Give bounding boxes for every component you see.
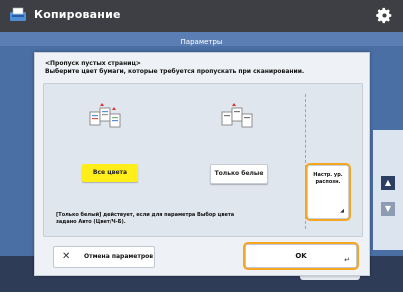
enter-icon: ↵	[344, 256, 350, 264]
dialog-message: <Пропуск пустых страниц> Выберите цвет б…	[45, 60, 345, 76]
ok-button[interactable]: OK ↵	[245, 244, 357, 268]
bottom-bar	[0, 292, 403, 306]
copy-app-icon	[10, 7, 26, 21]
color-pages-icon	[89, 103, 121, 128]
option-note: [Только белый] действует, если для парам…	[56, 212, 235, 225]
cancel-settings-button[interactable]: ✕ Отмена параметров	[53, 246, 155, 268]
background-side-panel: ▲ ▼	[373, 130, 403, 250]
background-header: Параметры	[0, 32, 403, 46]
triangle-up-icon[interactable]: ▲	[381, 176, 395, 190]
skip-blank-pages-dialog: <Пропуск пустых страниц> Выберите цвет б…	[34, 52, 370, 276]
panel-divider	[305, 94, 306, 229]
option-white-only[interactable]: Только белые	[210, 164, 268, 184]
dialog-instruction: Выберите цвет бумаги, которые требуется …	[45, 68, 305, 75]
cancel-settings-label: Отмена параметров	[84, 253, 154, 260]
app-title: Копирование	[34, 8, 121, 21]
detection-level-label: Настр. ур. распозн.	[313, 172, 343, 185]
triangle-down-icon[interactable]: ▼	[381, 202, 395, 216]
close-icon: ✕	[62, 251, 71, 262]
screen: Копирование Параметры ▲ ▼ Закрыть <Пропу…	[0, 0, 403, 306]
option-all-colors[interactable]: Все цвета	[82, 164, 138, 182]
white-pages-icon	[221, 103, 253, 128]
gear-icon[interactable]	[376, 7, 393, 24]
ok-label: OK	[295, 252, 307, 260]
dialog-title: <Пропуск пустых страниц>	[45, 60, 141, 67]
detection-level-button[interactable]: Настр. ур. распозн. ◢	[307, 165, 349, 219]
title-bar: Копирование	[0, 0, 403, 32]
corner-arrow-icon: ◢	[340, 208, 344, 214]
